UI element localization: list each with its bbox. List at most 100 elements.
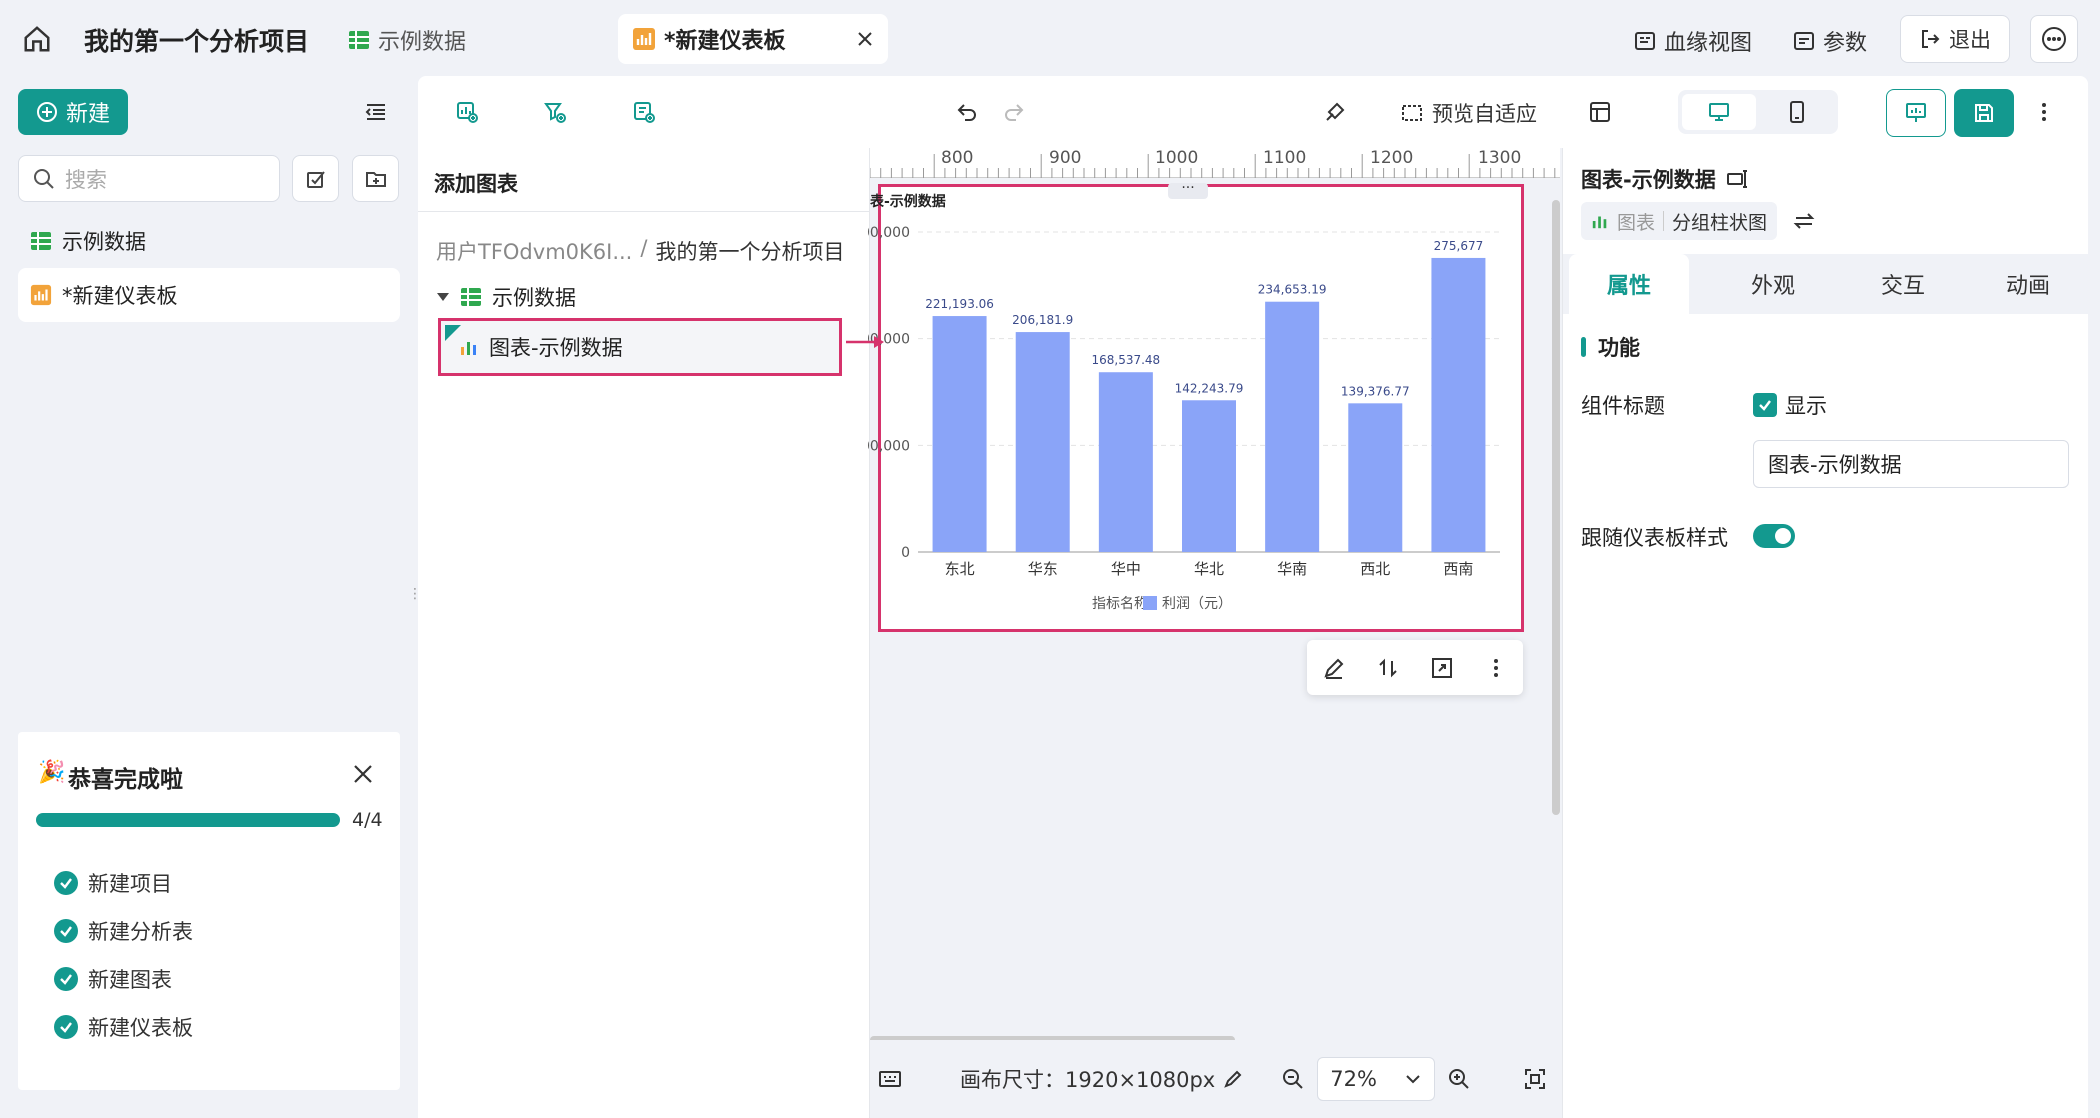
check-circle-icon [54,871,78,895]
section-marker [1581,337,1586,357]
folder-row[interactable]: 示例数据 [436,282,576,312]
tab-appearance[interactable]: 外观 [1713,254,1833,314]
tab-dashboard[interactable]: *新建仪表板 [618,14,888,64]
table-icon [348,29,370,51]
tab-interaction[interactable]: 交互 [1843,254,1963,314]
rename-icon[interactable] [1726,169,1748,189]
canvas-size-label: 画布尺寸：1920×1080px [960,1068,1216,1092]
mobile-view-button[interactable] [1760,94,1834,130]
bar [1015,332,1070,552]
ruler-label: 800 [941,148,974,168]
title-input[interactable]: 图表-示例数据 [1753,440,2069,488]
desktop-view-button[interactable] [1682,94,1756,130]
more-vertical-icon[interactable] [1485,657,1507,679]
search-input[interactable]: 搜索 [18,155,280,202]
properties-panel: 图表-示例数据 图表 分组柱状图 属性 外观 交互 动画 功能 组件标题 显示 … [1562,148,2089,1118]
switch-data-icon[interactable] [1377,657,1399,679]
expand-icon[interactable] [1431,657,1453,679]
more-menu-button[interactable] [2030,15,2078,63]
legend-label: 利润（元） [1162,596,1232,612]
add-filter-icon[interactable] [543,100,567,124]
redo-icon[interactable] [1002,100,1026,124]
dashboard-icon [30,284,52,306]
checkbox-checked-icon [1753,393,1777,417]
add-chart-icon[interactable] [455,100,479,124]
y-tick-label: 0 [901,545,910,561]
zoom-select[interactable]: 72% [1317,1057,1436,1101]
present-icon [1904,101,1928,125]
fit-canvas-icon[interactable] [1523,1067,1547,1091]
lineage-icon [1634,30,1656,52]
add-component-icon[interactable] [632,100,656,124]
lineage-button[interactable]: 血缘视图 [1634,25,1752,57]
ruler-label: 1100 [1263,148,1307,168]
sidebar-item-dataset[interactable]: 示例数据 [18,214,400,268]
switch-chart-type-icon[interactable] [1793,210,1815,232]
type-label: 图表 [1617,211,1656,234]
params-button[interactable]: 参数 [1793,25,1867,57]
breadcrumb-sep: / [640,236,648,260]
breadcrumb: 用户TFOdvm0K6I... / 我的第一个分析项目 [436,236,844,266]
more-vertical-icon[interactable] [2032,100,2056,124]
tab-dataset-label: 示例数据 [378,30,467,55]
close-icon[interactable] [352,763,374,785]
exit-button[interactable]: 退出 [1900,15,2010,63]
x-tick-label: 东北 [945,560,975,578]
canvas-vscroll[interactable] [1552,200,1560,815]
tab-dataset[interactable]: 示例数据 [348,24,466,56]
preview-fit-button[interactable]: 预览自适应 [1400,98,1537,128]
tab-label: 属性 [1606,274,1651,299]
chevron-down-icon [1404,1070,1422,1088]
section-title: 功能 [1598,336,1640,360]
ruler [869,148,1560,178]
bar [1098,372,1153,552]
style-brush-icon[interactable] [1323,100,1347,124]
legend-swatch [1143,596,1157,610]
breadcrumb-project[interactable]: 我的第一个分析项目 [655,236,844,266]
bar [1182,400,1236,552]
home-icon[interactable] [22,24,52,54]
follow-style-toggle[interactable] [1753,524,1795,548]
sidebar-item-dashboard[interactable]: *新建仪表板 [18,268,400,322]
lineage-label: 血缘视图 [1664,31,1753,56]
step-item: 新建图表 [54,964,172,994]
party-icon: 🎉 [38,760,66,785]
tab-animation[interactable]: 动画 [1973,254,2083,314]
section-header: 功能 [1581,332,1640,362]
edit-icon[interactable] [1323,657,1345,679]
tab-label: 动画 [2005,274,2050,299]
folder-plus-icon [365,168,387,190]
properties-title: 图表-示例数据 [1581,164,1748,194]
layout-settings-icon[interactable] [1588,100,1612,124]
new-folder-button[interactable] [352,155,399,202]
ruler-ticks [869,154,1556,178]
show-title-checkbox[interactable]: 显示 [1753,390,1827,420]
data-label: 221,193.06 [925,297,994,311]
tab-properties[interactable]: 属性 [1569,254,1689,314]
new-button[interactable]: 新建 [18,89,128,135]
x-tick-label: 西南 [1443,560,1473,578]
batch-select-button[interactable] [292,155,339,202]
search-icon [33,168,55,190]
undo-icon[interactable] [955,100,979,124]
divider [418,211,870,212]
chart-list-item[interactable]: 图表-示例数据 [438,318,842,376]
sidebar-item-label: 示例数据 [62,230,146,254]
chart-item-label: 图表-示例数据 [489,336,623,360]
keyboard-icon[interactable] [878,1069,902,1089]
data-label: 168,537.48 [1091,353,1160,367]
collapse-sidebar-icon[interactable] [364,100,388,124]
breadcrumb-user[interactable]: 用户TFOdvm0K6I... [436,236,632,266]
table-icon [30,230,52,252]
present-button[interactable] [1886,89,1946,137]
zoom-out-icon[interactable] [1281,1067,1305,1091]
close-icon[interactable] [856,30,874,48]
bar-chart-icon [459,337,479,357]
step-label: 新建仪表板 [88,1016,193,1040]
save-button[interactable] [1954,89,2014,137]
edit-size-icon[interactable] [1223,1069,1243,1089]
bar [1431,257,1486,552]
zoom-in-icon[interactable] [1447,1067,1471,1091]
data-label: 142,243.79 [1175,381,1244,395]
table-icon [460,286,482,308]
